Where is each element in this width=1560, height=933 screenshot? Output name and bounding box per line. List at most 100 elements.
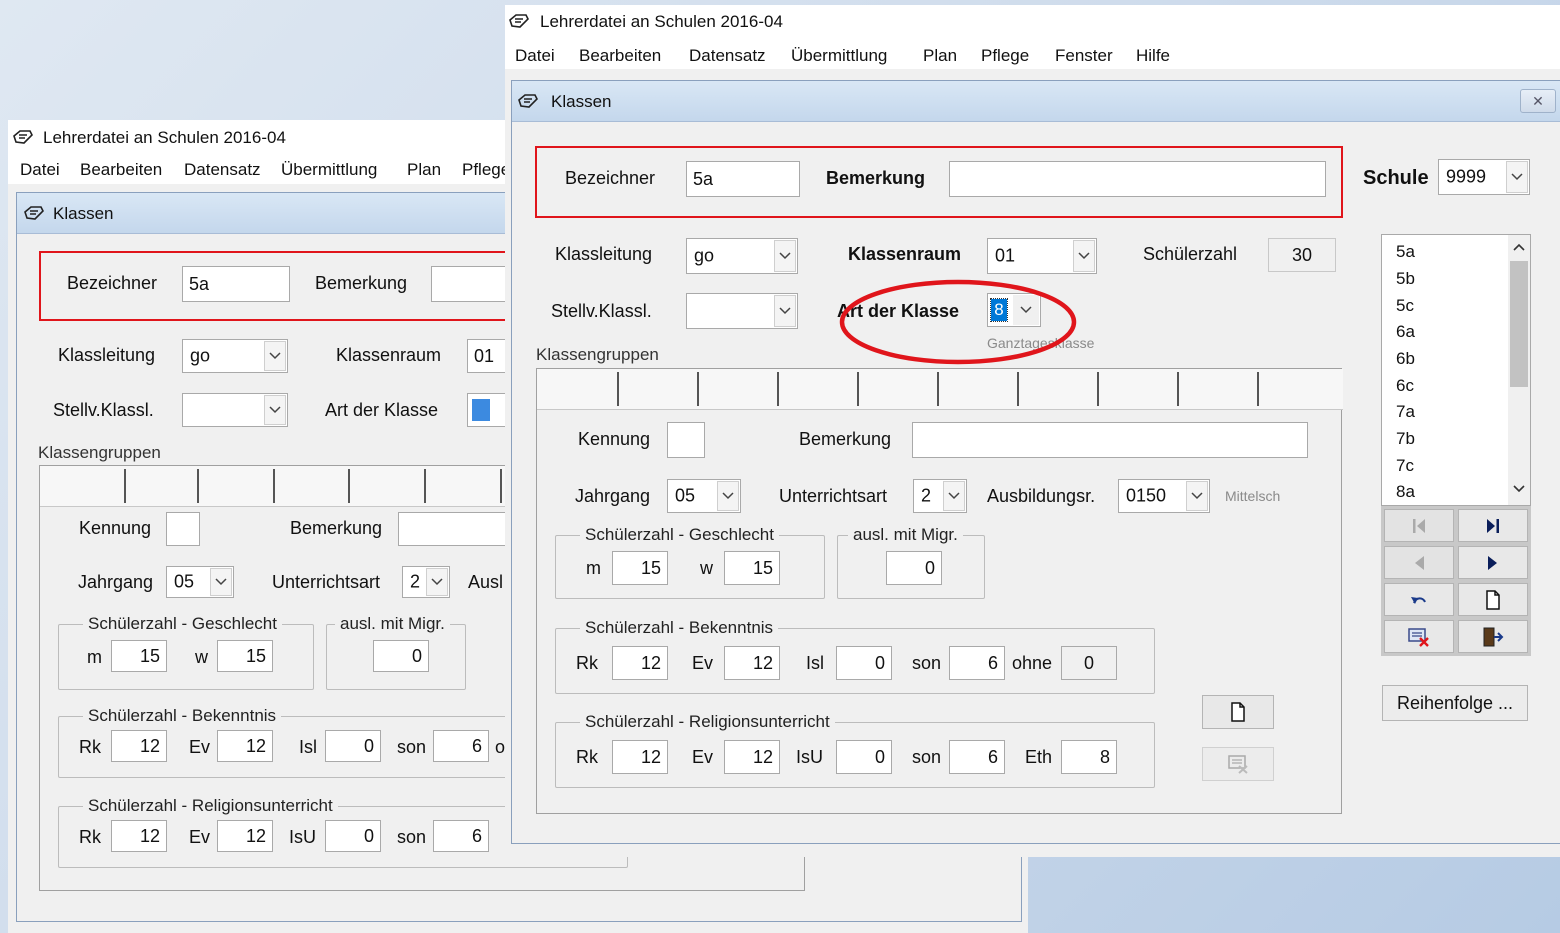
list-item[interactable]: 5a xyxy=(1396,242,1415,262)
list-item[interactable]: 8a xyxy=(1396,482,1415,502)
undo-button[interactable] xyxy=(1384,583,1454,616)
list-item[interactable]: 6c xyxy=(1396,376,1414,396)
back-bek-ev-input[interactable]: 12 xyxy=(217,730,273,762)
rel-son-input[interactable]: 6 xyxy=(949,740,1005,774)
rel-ev-input[interactable]: 12 xyxy=(724,740,780,774)
menu-datensatz[interactable]: Datensatz xyxy=(689,46,766,66)
menu-pflege[interactable]: Pflege xyxy=(981,46,1029,66)
back-rel-isu-input[interactable]: 0 xyxy=(325,820,381,852)
list-item[interactable]: 6b xyxy=(1396,349,1415,369)
w-input[interactable]: 15 xyxy=(724,551,780,585)
exit-button[interactable] xyxy=(1458,620,1528,653)
menu-uebermittlung[interactable]: Übermittlung xyxy=(791,46,887,66)
back-rel-son-input[interactable]: 6 xyxy=(433,820,489,852)
back-jahrgang-combo[interactable]: 05 xyxy=(166,566,234,598)
reihenfolge-button[interactable]: Reihenfolge ... xyxy=(1382,685,1528,721)
last-record-button[interactable] xyxy=(1458,509,1528,542)
klassenraum-combo[interactable]: 01 xyxy=(987,238,1097,274)
class-list[interactable]: 5a 5b 5c 6a 6b 6c 7a 7b 7c 8a xyxy=(1381,234,1531,506)
back-bek-rk-input[interactable]: 12 xyxy=(111,730,167,762)
tab-divider[interactable] xyxy=(697,372,699,406)
rel-isu-input[interactable]: 0 xyxy=(836,740,892,774)
rel-rk-input[interactable]: 12 xyxy=(612,740,668,774)
next-record-button[interactable] xyxy=(1458,546,1528,579)
back-m-input[interactable]: 15 xyxy=(111,640,167,672)
scroll-down-icon[interactable] xyxy=(1513,485,1525,493)
back-bezeichner-input[interactable]: 5a xyxy=(182,266,290,302)
back-klassleitung-combo[interactable]: go xyxy=(182,339,288,373)
previous-record-button[interactable] xyxy=(1384,546,1454,579)
back-stellv-combo[interactable] xyxy=(182,393,288,427)
chevron-down-icon[interactable] xyxy=(1073,240,1095,272)
bek-isl-input[interactable]: 0 xyxy=(836,646,892,680)
scroll-up-icon[interactable] xyxy=(1513,243,1525,251)
chevron-down-icon[interactable] xyxy=(774,240,796,272)
new-group-button[interactable] xyxy=(1202,695,1274,729)
tab-divider[interactable] xyxy=(1177,372,1179,406)
chevron-down-icon[interactable] xyxy=(1506,161,1528,193)
chevron-down-icon[interactable] xyxy=(1186,481,1208,511)
list-item[interactable]: 7c xyxy=(1396,456,1414,476)
kennung-input[interactable] xyxy=(667,422,705,458)
back-unterrichtsart-combo[interactable]: 2 xyxy=(402,566,450,598)
first-record-button[interactable] xyxy=(1384,509,1454,542)
delete-record-button[interactable] xyxy=(1384,620,1454,653)
bezeichner-input[interactable]: 5a xyxy=(686,161,800,197)
back-w-input[interactable]: 15 xyxy=(217,640,273,672)
close-button[interactable]: ✕ xyxy=(1520,89,1556,113)
klassleitung-combo[interactable]: go xyxy=(686,238,798,274)
list-item[interactable]: 5c xyxy=(1396,296,1414,316)
menu-plan[interactable]: Plan xyxy=(923,46,957,66)
back-menu-datei[interactable]: Datei xyxy=(20,160,60,180)
back-migr-input[interactable]: 0 xyxy=(373,640,429,672)
rel-eth-input[interactable]: 8 xyxy=(1061,740,1117,774)
back-bemerkung2-input[interactable] xyxy=(398,512,518,546)
chevron-down-icon[interactable] xyxy=(774,295,796,327)
bemerkung-input[interactable] xyxy=(949,161,1326,197)
stellv-combo[interactable] xyxy=(686,293,798,329)
back-rel-rk-input[interactable]: 12 xyxy=(111,820,167,852)
back-menu-uebermittlung[interactable]: Übermittlung xyxy=(281,160,377,180)
chevron-down-icon[interactable] xyxy=(210,568,232,596)
back-bek-son-input[interactable]: 6 xyxy=(433,730,489,762)
back-menu-pflege[interactable]: Pflege xyxy=(462,160,510,180)
tab-divider[interactable] xyxy=(1257,372,1259,406)
ausbildungsr-combo[interactable]: 0150 xyxy=(1118,479,1210,513)
menu-fenster[interactable]: Fenster xyxy=(1055,46,1113,66)
tab-divider[interactable] xyxy=(1097,372,1099,406)
back-menu-plan[interactable]: Plan xyxy=(407,160,441,180)
back-rel-ev-input[interactable]: 12 xyxy=(217,820,273,852)
list-item[interactable]: 5b xyxy=(1396,269,1415,289)
bek-ev-input[interactable]: 12 xyxy=(724,646,780,680)
migr-input[interactable]: 0 xyxy=(886,551,942,585)
list-item[interactable]: 7a xyxy=(1396,402,1415,422)
back-menu-datensatz[interactable]: Datensatz xyxy=(184,160,261,180)
scroll-thumb[interactable] xyxy=(1510,261,1528,387)
tab-divider[interactable] xyxy=(937,372,939,406)
list-item[interactable]: 7b xyxy=(1396,429,1415,449)
tab-divider[interactable] xyxy=(617,372,619,406)
bek-rk-input[interactable]: 12 xyxy=(612,646,668,680)
chevron-down-icon[interactable] xyxy=(264,341,286,371)
tab-divider[interactable] xyxy=(777,372,779,406)
new-record-button[interactable] xyxy=(1458,583,1528,616)
schule-combo[interactable]: 9999 xyxy=(1438,159,1530,195)
chevron-down-icon[interactable] xyxy=(264,395,286,425)
tab-divider[interactable] xyxy=(857,372,859,406)
jahrgang-combo[interactable]: 05 xyxy=(667,479,741,513)
back-menu-bearbeiten[interactable]: Bearbeiten xyxy=(80,160,162,180)
delete-group-button[interactable] xyxy=(1202,747,1274,781)
menu-bearbeiten[interactable]: Bearbeiten xyxy=(579,46,661,66)
chevron-down-icon[interactable] xyxy=(426,568,448,596)
list-scrollbar[interactable] xyxy=(1508,235,1530,505)
menu-datei[interactable]: Datei xyxy=(515,46,555,66)
menu-hilfe[interactable]: Hilfe xyxy=(1136,46,1170,66)
unterrichtsart-combo[interactable]: 2 xyxy=(913,479,967,513)
tab-divider[interactable] xyxy=(1017,372,1019,406)
chevron-down-icon[interactable] xyxy=(717,481,739,511)
back-kennung-input[interactable] xyxy=(166,512,200,546)
list-item[interactable]: 6a xyxy=(1396,322,1415,342)
bek-son-input[interactable]: 6 xyxy=(949,646,1005,680)
back-bek-isl-input[interactable]: 0 xyxy=(325,730,381,762)
m-input[interactable]: 15 xyxy=(612,551,668,585)
